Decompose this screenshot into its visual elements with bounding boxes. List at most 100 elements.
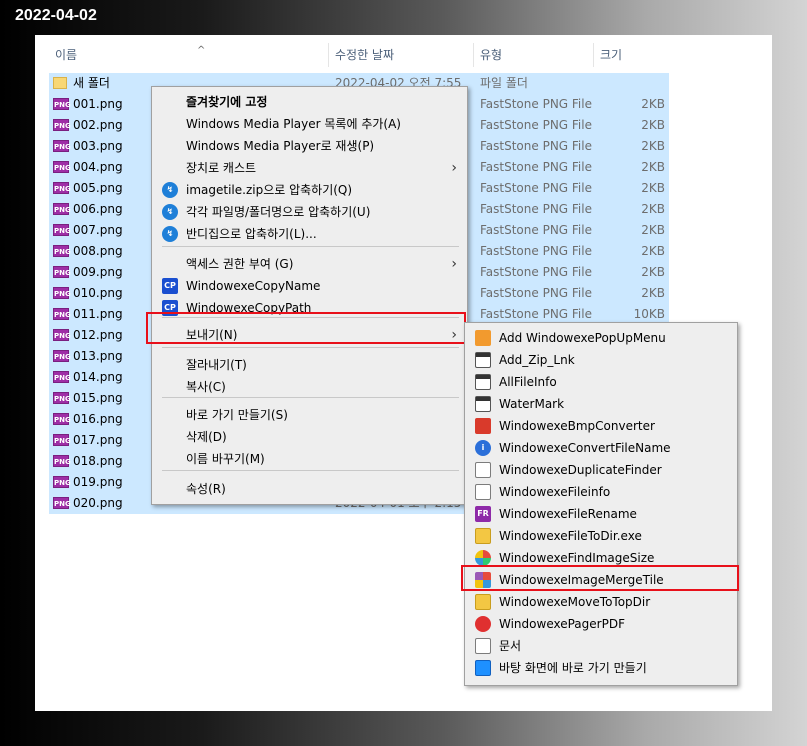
bandizip-icon: ↯ — [162, 182, 178, 198]
png-icon: PNG — [53, 392, 71, 404]
send-to-item[interactable]: WindowexeMoveToTopDir — [465, 591, 737, 613]
menu-item-label: Add_Zip_Lnk — [499, 353, 575, 367]
row-name: 001.png — [73, 97, 123, 111]
column-name-label: 이름 — [55, 48, 78, 62]
menu-item-label: AllFileInfo — [499, 375, 557, 389]
send-to-item[interactable]: Add WindowexePopUpMenu — [465, 327, 737, 349]
png-icon: PNG — [53, 161, 71, 173]
row-name: 005.png — [73, 181, 123, 195]
send-to-item[interactable]: 바탕 화면에 바로 가기 만들기 — [465, 657, 737, 679]
column-type[interactable]: 유형 — [473, 43, 593, 67]
menu-item-label: WaterMark — [499, 397, 565, 411]
row-name: 020.png — [73, 496, 123, 510]
context-menu-item[interactable]: CP WindowexeCopyName — [152, 275, 467, 297]
send-to-item[interactable]: FR WindowexeFileRename — [465, 503, 737, 525]
menu-item-label: 액세스 권한 부여 (G) — [186, 257, 294, 271]
menu-item-label: imagetile.zip으로 압축하기(Q) — [186, 183, 353, 197]
column-size[interactable]: 크기 — [593, 43, 673, 67]
send-to-item[interactable]: WindowexeDuplicateFinder — [465, 459, 737, 481]
row-size: 2KB — [641, 118, 665, 132]
folder-icon — [475, 594, 491, 610]
pdf-icon — [475, 616, 491, 632]
chevron-right-icon: › — [451, 256, 457, 272]
bmp-converter-icon — [475, 418, 491, 434]
png-icon: PNG — [53, 287, 71, 299]
send-to-item[interactable]: AllFileInfo — [465, 371, 737, 393]
send-to-item[interactable]: WindowexeFileinfo — [465, 481, 737, 503]
sort-ascending-icon: ^ — [197, 45, 206, 56]
png-icon: PNG — [53, 455, 71, 467]
menu-item-label: 반디집으로 압축하기(L)... — [186, 227, 317, 241]
row-type: FastStone PNG File — [480, 181, 592, 195]
png-icon: PNG — [53, 497, 71, 509]
menu-item-label: WindowexeDuplicateFinder — [499, 463, 662, 477]
context-menu-item[interactable]: 보내기(N) › — [146, 312, 467, 346]
menu-item-label: WindowexeConvertFileName — [499, 441, 671, 455]
context-menu-item[interactable]: 잘라내기(T) — [152, 354, 467, 376]
menu-item-label: Windows Media Player 목록에 추가(A) — [186, 117, 401, 131]
send-to-item[interactable]: Add_Zip_Lnk — [465, 349, 737, 371]
menu-item-label: WindowexePagerPDF — [499, 617, 625, 631]
column-date[interactable]: 수정한 날짜 — [328, 43, 473, 67]
send-to-item[interactable]: WindowexeFileToDir.exe — [465, 525, 737, 547]
column-name[interactable]: 이름 ^ — [49, 43, 329, 67]
context-menu: 즐겨찾기에 고정 Windows Media Player 목록에 추가(A) Wi… — [146, 86, 468, 505]
window-app-icon — [475, 352, 491, 368]
png-icon: PNG — [53, 140, 71, 152]
context-menu-item[interactable]: 속성(R) — [152, 478, 467, 500]
png-icon: PNG — [53, 119, 71, 131]
png-icon: PNG — [53, 434, 71, 446]
row-name: 007.png — [73, 223, 123, 237]
fr-icon: FR — [475, 506, 491, 522]
row-name: 013.png — [73, 349, 123, 363]
row-name: 018.png — [73, 454, 123, 468]
send-to-item[interactable]: 문서 — [465, 635, 737, 657]
context-menu-item[interactable]: ↯ 반디집으로 압축하기(L)... — [152, 223, 467, 245]
context-menu-item[interactable]: 삭제(D) — [152, 426, 467, 448]
context-menu-item[interactable]: 즐겨찾기에 고정 — [152, 91, 467, 113]
send-to-item[interactable]: WindowexePagerPDF — [465, 613, 737, 635]
context-menu-item[interactable]: ↯ imagetile.zip으로 압축하기(Q) — [152, 179, 467, 201]
row-size: 2KB — [641, 286, 665, 300]
png-icon: PNG — [53, 203, 71, 215]
row-type: FastStone PNG File — [480, 139, 592, 153]
popup-menu-icon — [475, 330, 491, 346]
row-size: 2KB — [641, 181, 665, 195]
bandizip-icon: ↯ — [162, 226, 178, 242]
png-icon: PNG — [53, 350, 71, 362]
send-to-item[interactable]: WindowexeBmpConverter — [465, 415, 737, 437]
menu-item-label: WindowexeMoveToTopDir — [499, 595, 651, 609]
file-info-icon — [475, 484, 491, 500]
menu-item-label: 즐겨찾기에 고정 — [186, 95, 268, 109]
highlight-box — [146, 312, 466, 344]
row-size: 2KB — [641, 139, 665, 153]
row-name: 002.png — [73, 118, 123, 132]
context-menu-item[interactable]: 바로 가기 만들기(S) — [152, 404, 467, 426]
png-icon: PNG — [53, 98, 71, 110]
row-name: 019.png — [73, 475, 123, 489]
folder-exe-icon — [475, 528, 491, 544]
row-name: 014.png — [73, 370, 123, 384]
send-to-item[interactable]: i WindowexeConvertFileName — [465, 437, 737, 459]
date-label: 2022-04-02 — [15, 7, 97, 24]
menu-item-label: Add WindowexePopUpMenu — [499, 331, 666, 345]
send-to-item[interactable]: WaterMark — [465, 393, 737, 415]
row-name: 004.png — [73, 160, 123, 174]
menu-item-label: WindowexeCopyName — [186, 279, 321, 293]
row-size: 2KB — [641, 265, 665, 279]
row-name: 008.png — [73, 244, 123, 258]
row-name: 016.png — [73, 412, 123, 426]
pinwheel-icon — [475, 550, 491, 566]
row-type: FastStone PNG File — [480, 160, 592, 174]
context-menu-item[interactable]: Windows Media Player 목록에 추가(A) — [152, 113, 467, 135]
context-menu-item[interactable]: 이름 바꾸기(M) — [152, 448, 467, 470]
send-to-item[interactable]: WindowexeImageMergeTile — [461, 565, 739, 591]
row-name: 012.png — [73, 328, 123, 342]
context-menu-item[interactable]: 액세스 권한 부여 (G) › — [152, 253, 467, 275]
menu-separator — [162, 470, 459, 471]
menu-separator — [162, 347, 459, 348]
context-menu-item[interactable]: 장치로 캐스트 › — [152, 157, 467, 179]
context-menu-item[interactable]: Windows Media Player로 재생(P) — [152, 135, 467, 157]
context-menu-item[interactable]: 복사(C) — [152, 376, 467, 398]
context-menu-item[interactable]: ↯ 각각 파일명/폴더명으로 압축하기(U) — [152, 201, 467, 223]
